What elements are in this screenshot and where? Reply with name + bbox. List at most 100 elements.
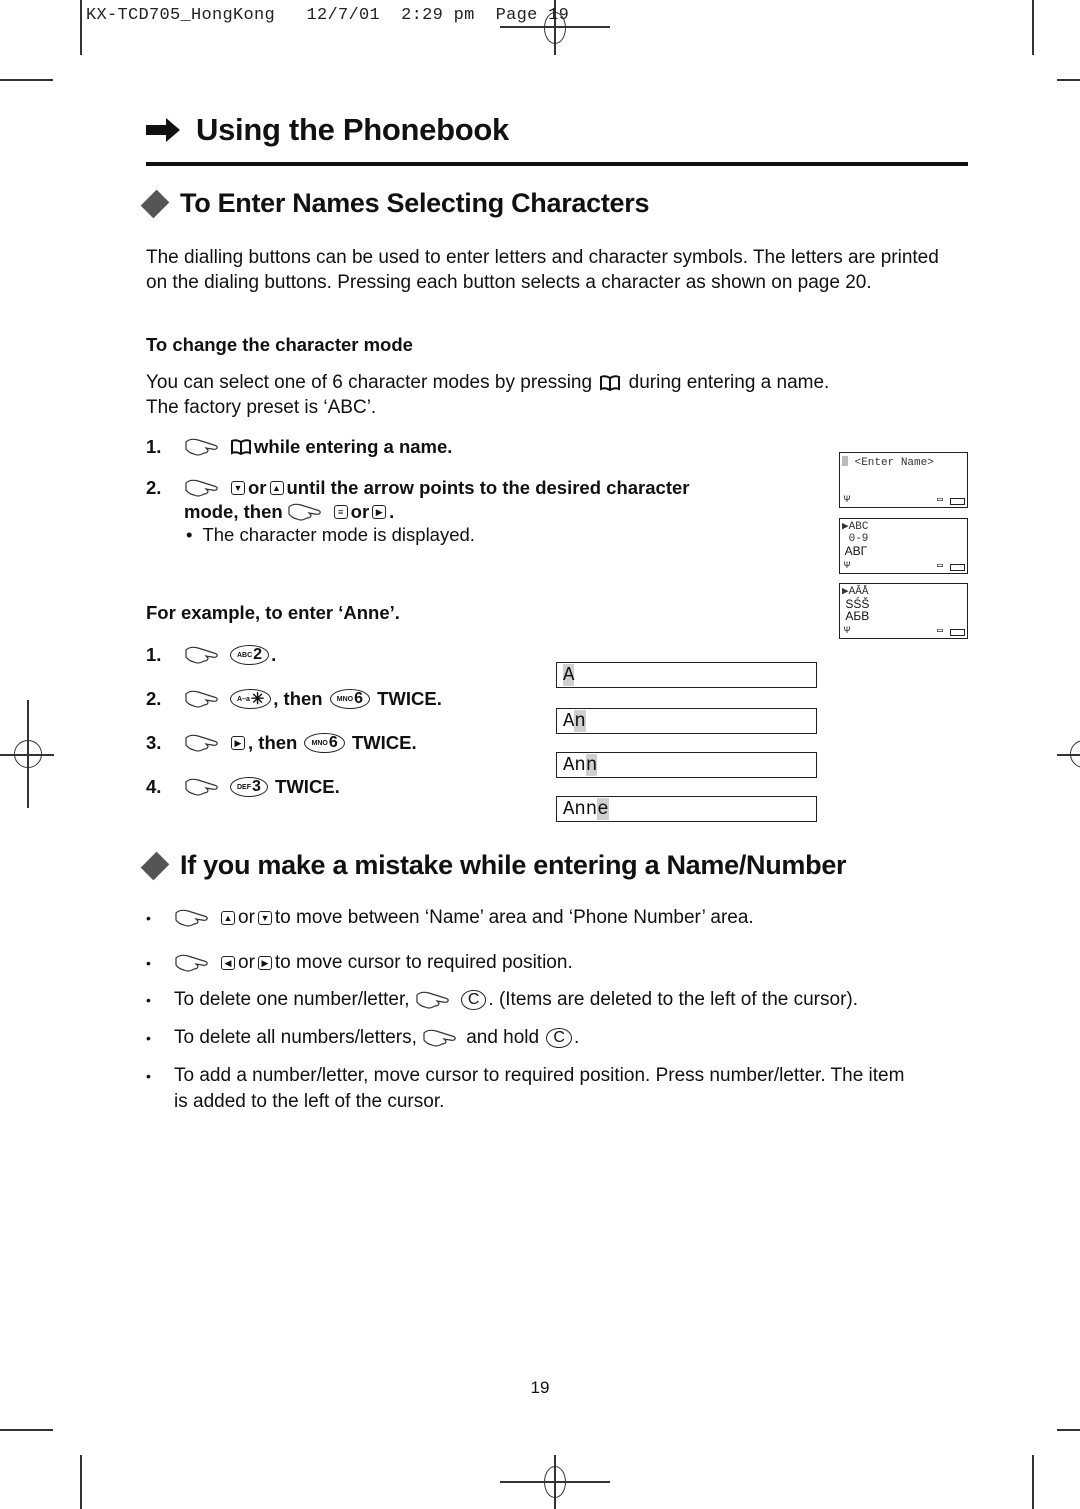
name-display-3: Ann (556, 752, 817, 778)
bullet-item: • To delete all numbers/letters, and hol… (146, 1027, 579, 1049)
bullet-text: is added to the left of the cursor. (174, 1091, 445, 1112)
phonebook-icon: ▭ (936, 626, 943, 637)
key-6-icon: MNO 6 (329, 689, 370, 709)
battery-icon (950, 564, 965, 571)
lcd-screen-mode-2: ▶AĂÅ SŚŠ АБВ Ψ ▭ (839, 583, 968, 639)
print-slug: KX-TCD705_HongKong 12/7/01 2:29 pm Page … (86, 6, 569, 25)
slug-doc-id: KX-TCD705_HongKong (86, 6, 276, 25)
key-3-icon: DEF 3 (230, 777, 268, 797)
example-step-1: 1. ABC 2 . (146, 644, 276, 666)
crop-mark (1057, 1429, 1080, 1431)
bullet-item: • ▲ or ▼ to move between ‘Name’ area and… (146, 907, 754, 929)
bullet-text: . (Items are deleted to the left of the … (488, 989, 859, 1010)
step-number: 2. (146, 688, 162, 709)
step-text: TWICE. (351, 732, 417, 753)
example-step-2: 2. A–a ✳ , then MNO 6 TWICE. (146, 688, 442, 710)
hand-press-icon (185, 778, 218, 796)
name-display-2: An (556, 708, 817, 734)
step-number: 4. (146, 776, 162, 797)
note-text: The character mode is displayed. (202, 524, 475, 545)
lcd-screen-mode-1: ▶ABC 0-9 ΑΒΓ Ψ ▭ (839, 518, 968, 574)
step-text: . (271, 644, 277, 665)
up-key-icon: ▲ (269, 481, 284, 495)
key-6-icon: MNO 6 (304, 733, 345, 753)
key-letters: MNO (311, 739, 328, 747)
hand-press-icon (185, 438, 218, 456)
step-number: 3. (146, 732, 162, 753)
lcd-text: <Enter Name> (854, 457, 934, 469)
mode-text: You can select one of 6 character modes … (146, 372, 593, 393)
right-key-icon: ▶ (372, 505, 387, 519)
cursor-char: n (585, 754, 598, 776)
up-key-icon: ▲ (221, 911, 235, 925)
crop-mark (80, 1455, 82, 1509)
hand-press-icon (288, 503, 321, 521)
heading-rule (146, 162, 968, 166)
lcd-row: ΑΒΓ (842, 544, 868, 558)
step-1: 1. while entering a name. (146, 436, 452, 458)
bullet-icon: • (146, 1068, 151, 1084)
clear-key-icon: C (546, 1028, 572, 1048)
bullet-text: . (573, 1027, 580, 1048)
diamond-icon (140, 851, 170, 880)
key-2-icon: ABC 2 (230, 645, 270, 665)
phonebook-icon: ▭ (936, 561, 943, 572)
lcd-row: ▶ABC (842, 521, 869, 533)
step-text: TWICE. (275, 776, 340, 797)
bullet-icon: • (146, 910, 151, 926)
hand-press-icon (185, 734, 218, 752)
right-key-icon: ▶ (231, 736, 245, 750)
bullet-text: To delete one number/letter, (174, 989, 410, 1010)
section-title: To Enter Names Selecting Characters (180, 188, 650, 218)
crop-mark (0, 1429, 53, 1431)
menu-key-icon: ≡ (333, 505, 348, 519)
right-key-icon: ▶ (257, 956, 272, 970)
or-text: or (248, 477, 267, 498)
key-letters: DEF (237, 783, 251, 791)
mode-paragraph: You can select one of 6 character modes … (146, 370, 956, 420)
punctuation: . (389, 501, 395, 522)
key-letters: MNO (336, 695, 354, 703)
left-key-icon: ◀ (221, 956, 235, 970)
slug-time: 2:29 pm (401, 6, 475, 25)
intro-paragraph: The dialling buttons can be used to ente… (146, 247, 939, 293)
step-text: mode, then (184, 501, 283, 522)
battery-icon (950, 498, 965, 505)
example-step-4: 4. DEF 3 TWICE. (146, 776, 340, 798)
typed-text: An (563, 754, 586, 776)
cursor-char: e (597, 798, 609, 820)
signal-icon: Ψ (844, 561, 851, 572)
battery-icon (950, 629, 965, 636)
step-text: until the arrow points to the desired ch… (286, 477, 690, 498)
bullet-text: to move between ‘Name’ area and ‘Phone N… (274, 907, 754, 928)
lcd-row: <Enter Name> (840, 456, 967, 469)
then-text: , then (248, 732, 298, 753)
crop-mark (1032, 1455, 1034, 1509)
key-letters: ABC (237, 651, 253, 659)
section-heading: To Enter Names Selecting Characters (140, 188, 650, 219)
bullet-icon: • (146, 1030, 151, 1046)
cursor-char: n (574, 710, 586, 732)
bullet-text: To delete all numbers/letters, (174, 1027, 417, 1048)
lcd-status-bar: Ψ ▭ (842, 561, 965, 572)
registration-circle (1070, 740, 1080, 768)
page-heading: Using the Phonebook (146, 112, 509, 148)
slug-date: 12/7/01 (306, 6, 381, 25)
key-digit: 6 (328, 734, 338, 751)
cursor-char: A (563, 664, 575, 686)
key-letters: A–a (237, 695, 250, 703)
section-title: If you make a mistake while entering a N… (180, 850, 847, 880)
registration-circle (544, 1466, 566, 1498)
page-number: 19 (530, 1378, 550, 1397)
lcd-screen-enter-name: <Enter Name> Ψ ▭ (839, 452, 968, 508)
key-star-icon: A–a ✳ (230, 689, 272, 709)
name-display-1: A (556, 662, 817, 688)
crop-mark (80, 0, 82, 55)
hand-press-icon (416, 991, 449, 1009)
step-2-continued: mode, then ≡ or ▶. (184, 501, 394, 523)
then-text: , then (273, 688, 323, 709)
factory-preset-text: The factory preset is ‘ABC’. (146, 397, 377, 418)
down-key-icon: ▼ (257, 911, 272, 925)
bullet-icon: • (146, 992, 151, 1008)
key-digit: ✳ (250, 691, 265, 708)
